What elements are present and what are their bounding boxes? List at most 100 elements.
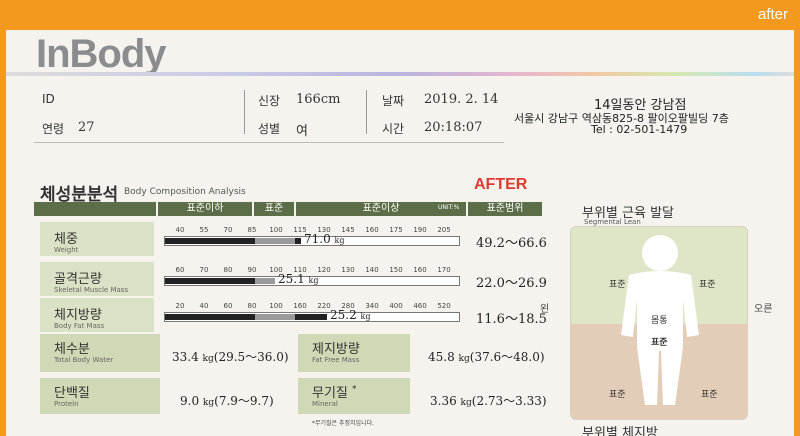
mineral-box: 무기질 * Mineral — [298, 378, 410, 414]
tick-label: 60 — [175, 266, 185, 274]
tick-label: 205 — [437, 226, 451, 234]
tick-label: 20 — [175, 302, 185, 310]
trunk-status: 표준 — [651, 338, 668, 348]
left-leg-status: 표준 — [609, 390, 626, 400]
scale-2: 20 40 60 80 100 160 220 280 340 400 460 520 25.2 kg — [162, 300, 464, 330]
unit-label: UNIT:% — [438, 204, 460, 211]
table-header-left — [34, 202, 156, 216]
after-label: AFTER — [474, 176, 528, 193]
time-value: 20:18:07 — [424, 120, 483, 135]
water-label: 체수분 — [54, 342, 90, 357]
tick-label: 100 — [269, 302, 283, 310]
row-label-2: 체지방량 Body Fat Mass — [40, 298, 154, 332]
mineral-value: 3.36 kg(2.73～3.33) — [430, 394, 547, 408]
height-value: 166cm — [296, 92, 341, 107]
after-tag: after — [757, 6, 788, 23]
scale-1: 60 70 80 90 100 110 120 130 140 150 160 170 25.1 kg — [162, 264, 464, 294]
tick-label: 80 — [223, 266, 233, 274]
bar-value: 25.2 kg — [330, 308, 371, 322]
divider — [366, 90, 367, 134]
protein-box: 단백질 Protein — [40, 378, 160, 414]
tick-label: 150 — [389, 266, 403, 274]
sex-value: 여 — [296, 124, 308, 139]
inbody-sheet: InBody ID 연령 27 신장 166cm 성별 여 날짜 2019. 2… — [6, 30, 794, 436]
tick-label: 80 — [247, 302, 257, 310]
bar-over — [295, 238, 301, 244]
tick-label: 100 — [269, 226, 283, 234]
row-name: 골격근량 — [54, 272, 102, 287]
age-value: 27 — [78, 120, 95, 135]
bar-value: 71.0 kg — [304, 232, 345, 246]
date-label: 날짜 — [382, 94, 405, 108]
right-leg-status: 표준 — [701, 390, 718, 400]
segmental-fat-title: 부위별 체지방 — [582, 426, 658, 436]
divider — [244, 90, 245, 134]
bar-fill — [165, 238, 255, 244]
protein-en: Protein — [54, 400, 79, 408]
tick-label: 160 — [293, 302, 307, 310]
tick-label: 40 — [175, 226, 185, 234]
mineral-note: *무기질은 추정치입니다. — [312, 420, 375, 427]
bar-fill — [165, 314, 255, 320]
tick-label: 160 — [365, 226, 379, 234]
tick-label: 170 — [437, 266, 451, 274]
scale-0: 40 55 70 85 100 115 130 145 160 175 190 205 71.0 kg — [162, 224, 464, 254]
header-bar: after — [0, 0, 800, 30]
tick-label: 55 — [199, 226, 209, 234]
date-value: 2019. 2. 14 — [424, 92, 499, 107]
bar-std — [255, 238, 295, 244]
tick-label: 160 — [413, 266, 427, 274]
protein-label: 단백질 — [54, 386, 90, 401]
mineral-en: Mineral — [312, 400, 338, 408]
time-label: 시간 — [382, 122, 405, 136]
tick-label: 90 — [247, 266, 257, 274]
bar-value: 25.1 kg — [278, 272, 319, 286]
row-label-1: 골격근량 Skeletal Muscle Mass — [40, 262, 154, 296]
tick-label: 85 — [247, 226, 257, 234]
left-side-label: 왼 — [540, 304, 550, 315]
row-en: Skeletal Muscle Mass — [54, 286, 129, 294]
tick-label: 140 — [365, 266, 379, 274]
trunk-label: 몸통 — [651, 316, 668, 326]
mineral-mark: * — [352, 384, 357, 395]
standard-range: 49.2～66.6 — [476, 236, 547, 251]
sex-label: 성별 — [258, 122, 281, 136]
tick-label: 400 — [389, 302, 403, 310]
tick-label: 70 — [223, 226, 233, 234]
height-label: 신장 — [258, 94, 281, 108]
tick-label: 130 — [341, 266, 355, 274]
row-en: Body Fat Mass — [54, 322, 105, 330]
ffm-box: 제지방량 Fat Free Mass — [298, 334, 410, 372]
tick-label: 60 — [223, 302, 233, 310]
water-box: 체수분 Total Body Water — [40, 334, 160, 372]
row-en: Weight — [54, 246, 79, 254]
segmental-panel: 표준 표준 몸통 표준 표준 표준 — [570, 226, 748, 420]
header-std: 표준 — [254, 202, 294, 216]
age-label: 연령 — [42, 122, 65, 136]
right-arm-status: 표준 — [699, 280, 716, 290]
ffm-value: 45.8 kg(37.6～48.0) — [428, 350, 545, 364]
water-en: Total Body Water — [54, 356, 114, 364]
tick-label: 120 — [317, 266, 331, 274]
row-name: 체지방량 — [54, 308, 102, 323]
standard-range: 11.6～18.5 — [476, 312, 547, 327]
id-label: ID — [42, 92, 55, 106]
inbody-logo: InBody — [36, 32, 167, 76]
analysis-subtitle: Body Composition Analysis — [124, 187, 246, 197]
bar-track — [164, 312, 460, 322]
left-arm-status: 표준 — [609, 280, 626, 290]
tick-label: 70 — [199, 266, 209, 274]
standard-range: 22.0～26.9 — [476, 276, 547, 291]
row-name: 체중 — [54, 232, 78, 247]
tick-label: 460 — [413, 302, 427, 310]
bar-over — [295, 314, 327, 320]
protein-value: 9.0 kg(7.9～9.7) — [180, 394, 274, 408]
ffm-label: 제지방량 — [312, 342, 360, 357]
tick-label: 175 — [389, 226, 403, 234]
store-tel: Tel : 02-501-1479 — [591, 123, 688, 136]
mineral-label: 무기질 * — [312, 384, 357, 401]
ffm-en: Fat Free Mass — [312, 356, 360, 364]
tick-label: 190 — [413, 226, 427, 234]
right-side-label: 오른 — [754, 304, 773, 315]
tick-label: 40 — [199, 302, 209, 310]
